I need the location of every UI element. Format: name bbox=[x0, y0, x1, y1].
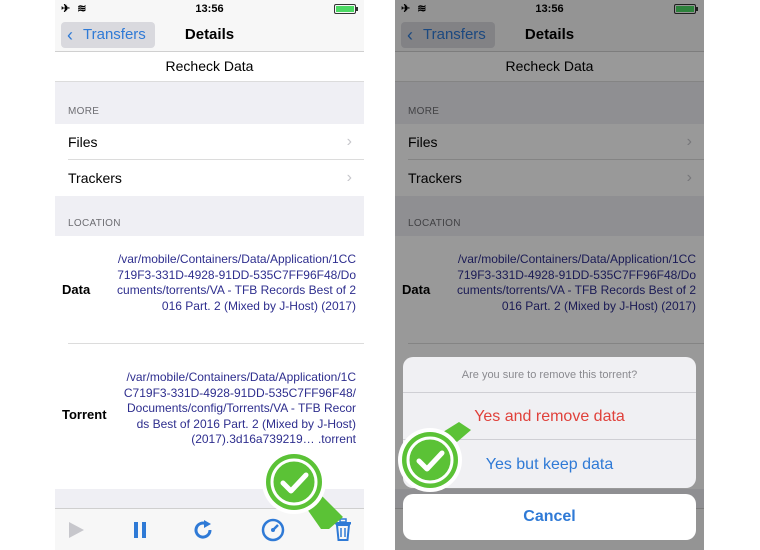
action-sheet-title: Are you sure to remove this torrent? bbox=[403, 357, 696, 393]
recheck-data-button[interactable]: Recheck Data bbox=[55, 52, 364, 82]
torrent-path-label: Torrent bbox=[62, 407, 107, 422]
data-path-label: Data bbox=[62, 282, 91, 297]
cancel-button[interactable]: Cancel bbox=[403, 494, 696, 540]
play-icon[interactable] bbox=[63, 517, 89, 543]
chevron-right-icon: › bbox=[346, 169, 352, 186]
list-item-trackers[interactable]: Trackers › bbox=[55, 160, 364, 196]
page-title: Details bbox=[184, 26, 235, 43]
section-header-more: MORE bbox=[68, 106, 100, 117]
list-item-files[interactable]: Files › bbox=[55, 124, 364, 160]
status-time: 13:56 bbox=[195, 3, 224, 15]
battery-icon bbox=[334, 4, 358, 14]
chevron-right-icon: › bbox=[346, 133, 352, 150]
data-path-value: /var/mobile/Containers/Data/Application/… bbox=[117, 252, 356, 313]
list-item-label: Trackers bbox=[68, 170, 122, 186]
more-list: Files › Trackers › bbox=[55, 124, 364, 196]
list-item-label: Files bbox=[68, 134, 98, 150]
torrent-path-value: /var/mobile/Containers/Data/Application/… bbox=[123, 370, 356, 446]
phone-screen-details: ✈ ≋ 13:56 ‹ Transfers Details Recheck Da… bbox=[55, 0, 364, 550]
section-header-location: LOCATION bbox=[68, 218, 121, 229]
divider bbox=[68, 343, 364, 344]
navigation-bar: ‹ Transfers Details bbox=[55, 18, 364, 52]
phone-screen-remove-confirmation: ✈ ≋ 13:56 ‹ Transfers Details Recheck Da… bbox=[395, 0, 704, 550]
status-bar: ✈ ≋ 13:56 bbox=[55, 0, 364, 18]
refresh-icon[interactable] bbox=[190, 517, 216, 543]
check-badge-icon bbox=[261, 449, 345, 529]
check-badge-icon bbox=[397, 420, 475, 496]
pause-icon[interactable] bbox=[127, 517, 153, 543]
